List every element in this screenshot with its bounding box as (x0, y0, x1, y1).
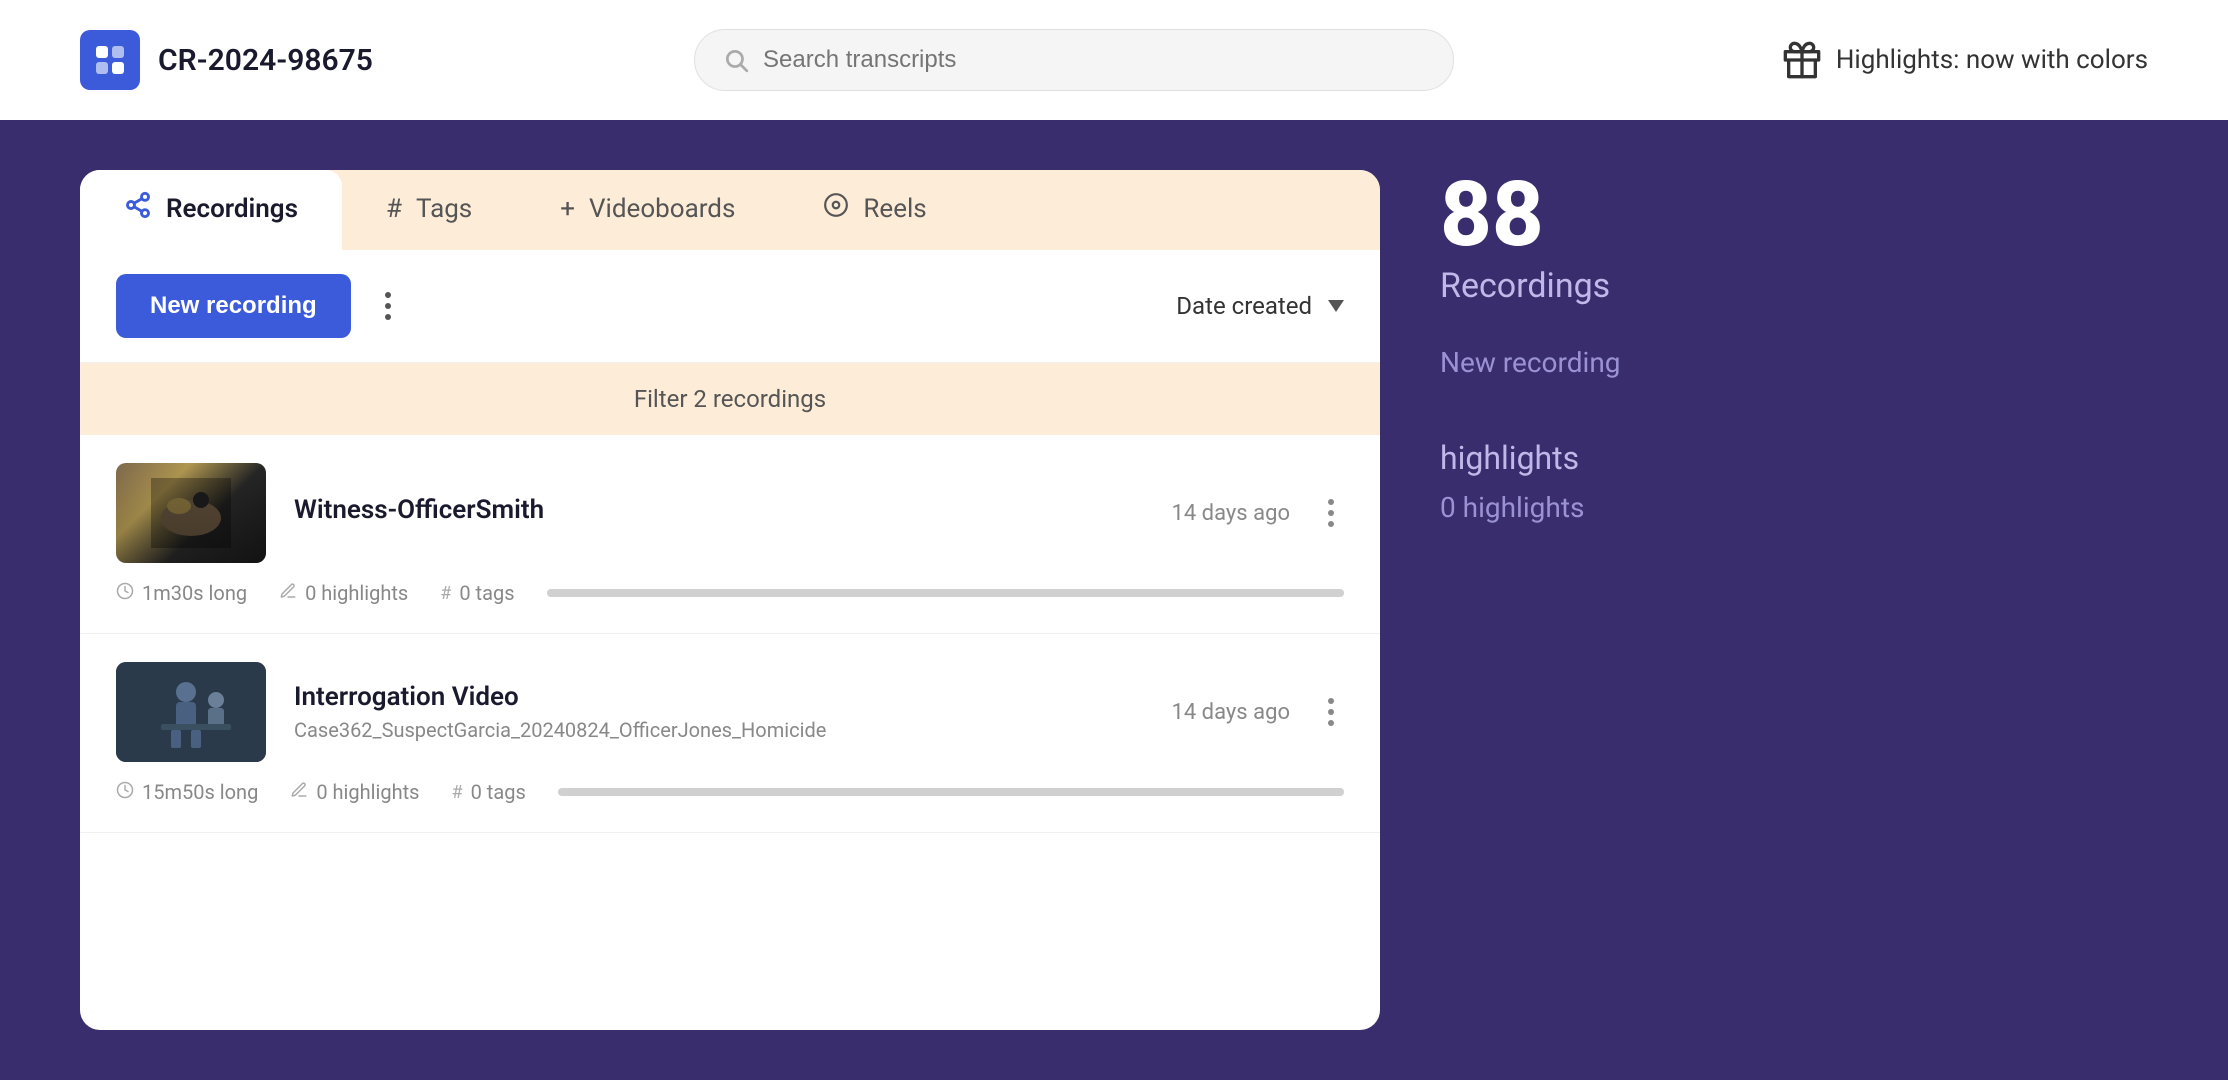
app-wrapper: CR-2024-98675 Highlights: n (0, 0, 2228, 1080)
new-recording-button[interactable]: New recording (116, 274, 351, 338)
highlight-icon (290, 781, 308, 804)
recording-subtitle: Case362_SuspectGarcia_20240824_OfficerJo… (294, 718, 1144, 742)
plus-icon: + (560, 194, 575, 224)
food-thumbnail-svg (151, 478, 231, 548)
recording-item[interactable]: Interrogation Video Case362_SuspectGarci… (80, 634, 1380, 833)
highlights-text: 0 highlights (305, 581, 408, 605)
meta-tags: # 0 tags (452, 780, 526, 804)
recording-list: Witness-OfficerSmith 14 days ago (80, 435, 1380, 833)
meta-tags: # 0 tags (440, 581, 514, 605)
tab-tags[interactable]: # Tags (342, 170, 516, 250)
recording-info: Witness-OfficerSmith (294, 495, 1144, 531)
search-bar-wrapper (440, 29, 1708, 91)
thumb-interrogation-visual (116, 662, 266, 762)
tags-text: 0 tags (471, 780, 526, 804)
recording-item[interactable]: Witness-OfficerSmith 14 days ago (80, 435, 1380, 634)
tab-reels-label: Reels (863, 194, 926, 224)
dot1 (1328, 698, 1334, 704)
clock-icon (116, 781, 134, 804)
dot3 (1328, 521, 1334, 527)
progress-bar (558, 788, 1344, 796)
recording-row: Interrogation Video Case362_SuspectGarci… (116, 662, 1344, 762)
dot2 (1328, 709, 1334, 715)
search-icon (723, 47, 749, 73)
recording-meta-row: 1m30s long 0 highlights (116, 581, 1344, 605)
interrogation-thumbnail-svg (116, 662, 266, 762)
duration-text: 1m30s long (142, 581, 247, 605)
search-bar-container[interactable] (694, 29, 1454, 91)
new-recording-hint: New recording (1440, 346, 2088, 379)
tab-recordings-label: Recordings (166, 194, 298, 224)
dot1 (1328, 499, 1334, 505)
highlights-section: highlights 0 highlights (1440, 439, 2088, 524)
progress-bar (547, 589, 1344, 597)
tags-text: 0 tags (459, 581, 514, 605)
toolbar: New recording Date created (80, 250, 1380, 363)
app-logo (80, 30, 140, 90)
dot3 (1328, 720, 1334, 726)
highlight-icon (279, 582, 297, 605)
thumb-food-visual (116, 463, 266, 563)
right-area: 88 Recordings New recording highlights 0… (1380, 170, 2148, 1030)
meta-highlights: 0 highlights (279, 581, 408, 605)
tabs-bar: Recordings # Tags + Videoboards (80, 170, 1380, 250)
recording-title: Interrogation Video (294, 682, 1144, 712)
reels-icon (823, 192, 849, 225)
more-options-button[interactable] (371, 284, 405, 328)
gift-icon-area: Highlights: now with colors (1782, 40, 2148, 80)
recording-actions-button[interactable] (1318, 688, 1344, 736)
meta-duration: 1m30s long (116, 581, 247, 605)
main-content: Recordings # Tags + Videoboards (0, 120, 2228, 1080)
sort-label: Date created (1176, 292, 1312, 320)
top-bar: CR-2024-98675 Highlights: n (0, 0, 2228, 120)
recording-meta-row: 15m50s long 0 highlights (116, 780, 1344, 804)
sort-arrow-icon (1328, 300, 1344, 312)
hash-icon: # (386, 194, 402, 224)
tab-tags-label: Tags (416, 194, 472, 224)
filter-bar: Filter 2 recordings (80, 363, 1380, 435)
recordings-icon (124, 191, 152, 226)
recording-info: Interrogation Video Case362_SuspectGarci… (294, 682, 1144, 742)
recordings-count-label: Recordings (1440, 266, 2088, 306)
tab-reels[interactable]: Reels (779, 170, 970, 250)
logo-area: CR-2024-98675 (80, 30, 400, 90)
highlights-count: 0 highlights (1440, 491, 2088, 524)
duration-text: 15m50s long (142, 780, 258, 804)
filter-text: Filter 2 recordings (634, 385, 826, 413)
tab-videoboards[interactable]: + Videoboards (516, 170, 779, 250)
recording-thumbnail (116, 463, 266, 563)
top-right-area: Highlights: now with colors (1748, 40, 2148, 80)
meta-highlights: 0 highlights (290, 780, 419, 804)
search-input[interactable] (763, 46, 1425, 74)
tags-icon: # (452, 782, 463, 803)
gift-icon (1782, 40, 1822, 80)
tab-recordings[interactable]: Recordings (80, 170, 342, 250)
recording-thumbnail (116, 662, 266, 762)
dot2 (385, 303, 391, 309)
highlights-text: 0 highlights (316, 780, 419, 804)
recording-row: Witness-OfficerSmith 14 days ago (116, 463, 1344, 563)
recording-time: 14 days ago (1172, 700, 1291, 725)
dot2 (1328, 510, 1334, 516)
progress-bar-fill (558, 788, 1344, 796)
recording-title: Witness-OfficerSmith (294, 495, 1144, 525)
meta-duration: 15m50s long (116, 780, 258, 804)
highlights-banner: Highlights: now with colors (1836, 45, 2148, 75)
sort-selector[interactable]: Date created (1176, 292, 1344, 320)
recording-time: 14 days ago (1172, 501, 1291, 526)
recording-actions-button[interactable] (1318, 489, 1344, 537)
progress-bar-fill (547, 589, 1344, 597)
tags-icon: # (440, 583, 451, 604)
project-name: CR-2024-98675 (158, 43, 373, 78)
dot1 (385, 292, 391, 298)
dot3 (385, 314, 391, 320)
logo-svg (92, 42, 128, 78)
left-panel: Recordings # Tags + Videoboards (80, 170, 1380, 1030)
highlights-section-title: highlights (1440, 439, 2088, 477)
tab-videoboards-label: Videoboards (589, 194, 735, 224)
recordings-count: 88 (1440, 170, 2088, 260)
recordings-count-area: 88 Recordings (1440, 170, 2088, 306)
clock-icon (116, 582, 134, 605)
